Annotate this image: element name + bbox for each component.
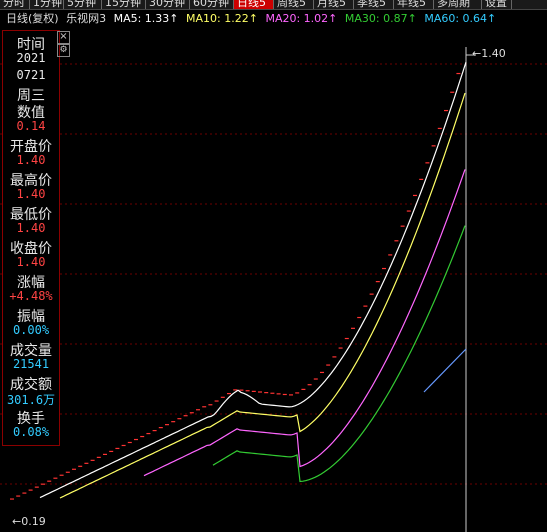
tab-2[interactable]: 5分钟 — [64, 0, 102, 9]
tab-10[interactable]: 年线5 — [394, 0, 434, 9]
low-price-marker: ←0.19 — [12, 515, 46, 528]
period-label[interactable]: 日线(复权) — [6, 12, 59, 25]
info-value-1: 0721 — [16, 68, 46, 82]
close-icon[interactable]: × — [57, 31, 70, 44]
info-value-8: +4.48% — [9, 289, 53, 303]
period-tabs: 分时 1分钟 5分钟 15分钟 30分钟 60分钟 日线5 周线5 月线5 季线5 年线5 多周期 设置 — [0, 0, 547, 10]
tab-6[interactable]: 日线5 — [234, 0, 274, 9]
info-value-10: 21541 — [12, 357, 50, 371]
low-price-value: 0.19 — [21, 515, 46, 528]
tab-4[interactable]: 30分钟 — [146, 0, 190, 9]
ma20-line — [143, 169, 466, 477]
info-value-5: 1.40 — [16, 187, 46, 201]
tab-8[interactable]: 月线5 — [314, 0, 354, 9]
info-value-7: 1.40 — [16, 255, 46, 269]
ma30-line — [212, 225, 466, 483]
ma5-line — [39, 61, 467, 499]
info-value-9: 0.00% — [12, 323, 50, 337]
indicator-legend: 日线(复权) 乐视网3 MA5: 1.33↑ MA10: 1.22↑ MA20:… — [6, 11, 500, 27]
tab-11[interactable]: 多周期 — [434, 0, 482, 9]
tab-9[interactable]: 季线5 — [354, 0, 394, 9]
ma60-line — [423, 348, 467, 393]
tab-7[interactable]: 周线5 — [274, 0, 314, 9]
info-panel: 时间 2021 0721 周三 数值 0.14 开盘价 1.40 最高价 1.40 最低价 1.40 收… — [2, 30, 60, 446]
info-value-11: 301.6万 — [6, 393, 56, 407]
info-value-6: 1.40 — [16, 221, 46, 235]
tab-5[interactable]: 60分钟 — [190, 0, 234, 9]
ma30-value: MA30: 0.87↑ — [344, 12, 417, 25]
ma60-value: MA60: 0.64↑ — [424, 12, 497, 25]
info-value-3: 0.14 — [16, 119, 46, 133]
info-value-0: 2021 — [16, 51, 46, 65]
tab-1[interactable]: 1分钟 — [30, 0, 64, 9]
info-value-4: 1.40 — [16, 153, 46, 167]
high-price-marker: ←1.40 — [472, 47, 506, 60]
high-price-value: 1.40 — [481, 47, 506, 60]
info-value-12: 0.08% — [12, 425, 50, 439]
ma10-value: MA10: 1.22↑ — [186, 12, 258, 25]
tab-12[interactable]: 设置 — [482, 0, 512, 9]
gear-icon[interactable]: ⚙ — [57, 44, 70, 57]
ma10-line — [59, 92, 466, 499]
tab-3[interactable]: 15分钟 — [102, 0, 146, 9]
kline-chart[interactable] — [0, 27, 547, 532]
ma5-value: MA5: 1.33↑ — [113, 12, 179, 25]
tab-0[interactable]: 分时 — [0, 0, 30, 9]
stock-name: 乐视网3 — [66, 12, 107, 25]
ma20-value: MA20: 1.02↑ — [265, 12, 338, 25]
